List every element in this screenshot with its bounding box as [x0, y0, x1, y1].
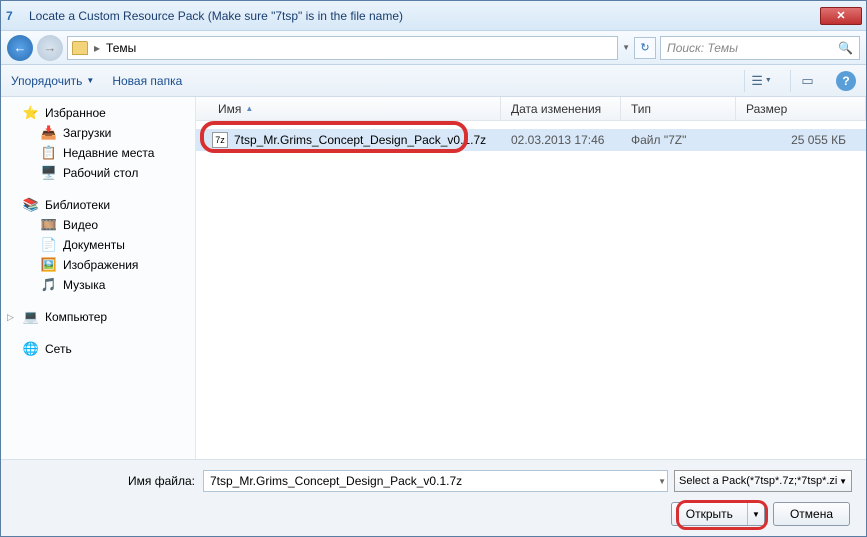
preview-button[interactable]: ▭ [790, 70, 818, 92]
downloads-icon: 📥 [41, 125, 57, 141]
documents-icon: 📄 [41, 237, 57, 253]
forward-button[interactable]: → [37, 35, 63, 61]
sidebar-item-video[interactable]: 🎞️Видео [1, 215, 195, 235]
column-name[interactable]: Имя▲ [196, 97, 501, 120]
toolbar: Упорядочить ▼ Новая папка ☰ ▼ ▭ ? [1, 65, 866, 97]
sidebar: ⭐Избранное 📥Загрузки 📋Недавние места 🖥️Р… [1, 97, 196, 459]
sidebar-item-documents[interactable]: 📄Документы [1, 235, 195, 255]
filetype-combo[interactable]: Select a Pack(*7tsp*.7z;*7tsp*.zi ▼ [674, 470, 852, 492]
file-name: 7tsp_Mr.Grims_Concept_Design_Pack_v0.1.7… [234, 133, 486, 147]
computer-icon: 💻 [23, 309, 39, 325]
sidebar-item-downloads[interactable]: 📥Загрузки [1, 123, 195, 143]
app-icon: 7 [5, 7, 23, 25]
sidebar-item-music[interactable]: 🎵Музыка [1, 275, 195, 295]
pictures-icon: 🖼️ [41, 257, 57, 273]
organize-button[interactable]: Упорядочить ▼ [11, 74, 94, 88]
sidebar-computer[interactable]: ▷💻Компьютер [1, 307, 195, 327]
file-row[interactable]: 7z 7tsp_Mr.Grims_Concept_Design_Pack_v0.1… [196, 129, 866, 151]
breadcrumb[interactable]: ▸ Темы [67, 36, 618, 60]
column-date[interactable]: Дата изменения [501, 97, 621, 120]
file-date: 02.03.2013 17:46 [501, 133, 621, 147]
close-button[interactable]: ✕ [820, 7, 862, 25]
refresh-button[interactable]: ↻ [634, 37, 656, 59]
chevron-down-icon: ▼ [839, 477, 847, 486]
search-input[interactable]: Поиск: Темы 🔍 [660, 36, 860, 60]
sidebar-network[interactable]: 🌐Сеть [1, 339, 195, 359]
file-size: 25 055 КБ [736, 133, 866, 147]
new-folder-button[interactable]: Новая папка [112, 74, 182, 88]
sidebar-item-desktop[interactable]: 🖥️Рабочий стол [1, 163, 195, 183]
cancel-button[interactable]: Отмена [773, 502, 850, 526]
sidebar-libraries[interactable]: 📚Библиотеки [1, 195, 195, 215]
column-type[interactable]: Тип [621, 97, 736, 120]
file-dialog: 7 Locate a Custom Resource Pack (Make su… [0, 0, 867, 537]
titlebar: 7 Locate a Custom Resource Pack (Make su… [1, 1, 866, 31]
sidebar-item-recent[interactable]: 📋Недавние места [1, 143, 195, 163]
back-button[interactable]: ← [7, 35, 33, 61]
filename-label: Имя файла: [15, 474, 195, 488]
video-icon: 🎞️ [41, 217, 57, 233]
view-button[interactable]: ☰ ▼ [744, 70, 772, 92]
expand-icon[interactable]: ▷ [7, 312, 14, 323]
star-icon: ⭐ [23, 105, 39, 121]
window-title: Locate a Custom Resource Pack (Make sure… [29, 9, 820, 23]
libraries-icon: 📚 [23, 197, 39, 213]
breadcrumb-item[interactable]: Темы [106, 41, 136, 55]
sort-asc-icon: ▲ [245, 104, 253, 113]
sidebar-item-pictures[interactable]: 🖼️Изображения [1, 255, 195, 275]
open-button[interactable]: Открыть ▼ [671, 502, 765, 526]
nav-bar: ← → ▸ Темы ▼ ↻ Поиск: Темы 🔍 [1, 31, 866, 65]
file-list[interactable]: 7z 7tsp_Mr.Grims_Concept_Design_Pack_v0.1… [196, 121, 866, 459]
chevron-down-icon: ▼ [86, 76, 94, 85]
network-icon: 🌐 [23, 341, 39, 357]
column-headers: Имя▲ Дата изменения Тип Размер [196, 97, 866, 121]
breadcrumb-dropdown[interactable]: ▼ [622, 43, 630, 52]
music-icon: 🎵 [41, 277, 57, 293]
column-size[interactable]: Размер [736, 97, 866, 120]
folder-icon [72, 41, 88, 55]
filename-input[interactable] [203, 470, 668, 492]
recent-icon: 📋 [41, 145, 57, 161]
file-icon: 7z [212, 132, 228, 148]
sidebar-favorites[interactable]: ⭐Избранное [1, 103, 195, 123]
file-type: Файл "7Z" [621, 133, 736, 147]
search-icon: 🔍 [838, 41, 853, 55]
chevron-right-icon: ▸ [94, 41, 100, 55]
chevron-down-icon[interactable]: ▼ [748, 510, 764, 519]
search-placeholder: Поиск: Темы [667, 41, 738, 55]
footer: Имя файла: ▼ Select a Pack(*7tsp*.7z;*7t… [1, 459, 866, 536]
file-list-pane: Имя▲ Дата изменения Тип Размер 7z 7tsp_Mr… [196, 97, 866, 459]
help-button[interactable]: ? [836, 71, 856, 91]
desktop-icon: 🖥️ [41, 165, 57, 181]
svg-text:7: 7 [6, 9, 13, 23]
